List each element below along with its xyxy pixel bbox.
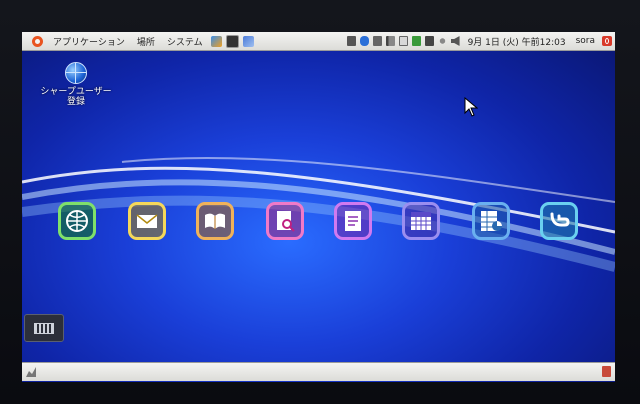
firefox-launcher-icon[interactable] <box>210 35 222 47</box>
spreadsheet-app-icon[interactable] <box>472 202 510 240</box>
twitter-app-icon[interactable] <box>540 202 578 240</box>
editor-launcher-icon[interactable] <box>242 35 254 47</box>
bluetooth-icon[interactable] <box>359 36 369 46</box>
display-icon[interactable] <box>411 36 421 46</box>
top-panel: アプリケーション 場所 システム 9月 1日 (火) 午前12:03 sora <box>22 32 615 51</box>
calendar-app-icon[interactable] <box>402 202 440 240</box>
trash-icon[interactable] <box>602 366 611 377</box>
browser-app-icon[interactable] <box>58 202 96 240</box>
network-icon[interactable] <box>346 36 356 46</box>
gear-icon[interactable] <box>437 36 447 46</box>
app-dock <box>22 202 615 252</box>
onscreen-keyboard-button[interactable] <box>24 314 64 342</box>
keyboard-icon[interactable] <box>424 36 434 46</box>
desktop-icon-sharp-registration[interactable]: シャープユーザー 登録 <box>36 62 116 107</box>
terminal-launcher-icon[interactable] <box>225 34 239 48</box>
battery-icon[interactable] <box>398 36 408 46</box>
username[interactable]: sora <box>576 36 595 46</box>
keyboard-icon <box>34 322 54 334</box>
mouse-pointer-icon <box>464 97 478 117</box>
notes-app-icon[interactable] <box>334 202 372 240</box>
globe-icon <box>65 62 87 84</box>
power-icon[interactable] <box>602 36 612 46</box>
menu-system[interactable]: システム <box>161 35 209 48</box>
menu-applications[interactable]: アプリケーション <box>47 35 131 48</box>
dictionary-app-icon[interactable] <box>266 202 304 240</box>
signal-icon[interactable] <box>385 36 395 46</box>
show-desktop-icon[interactable] <box>26 367 36 377</box>
clock[interactable]: 9月 1日 (火) 午前12:03 <box>468 35 566 48</box>
font-icon[interactable] <box>372 36 382 46</box>
volume-icon[interactable] <box>450 36 460 46</box>
mail-app-icon[interactable] <box>128 202 166 240</box>
menu-places[interactable]: 場所 <box>131 35 161 48</box>
system-tray: 9月 1日 (火) 午前12:03 sora <box>346 35 615 48</box>
bottom-panel <box>22 362 615 381</box>
main-menu: アプリケーション 場所 システム <box>22 32 256 50</box>
desktop-screen: アプリケーション 場所 システム 9月 1日 (火) 午前12:03 sora … <box>22 32 615 382</box>
ubuntu-logo-icon[interactable] <box>32 35 43 47</box>
book-app-icon[interactable] <box>196 202 234 240</box>
desktop-icon-label: シャープユーザー 登録 <box>40 87 112 107</box>
